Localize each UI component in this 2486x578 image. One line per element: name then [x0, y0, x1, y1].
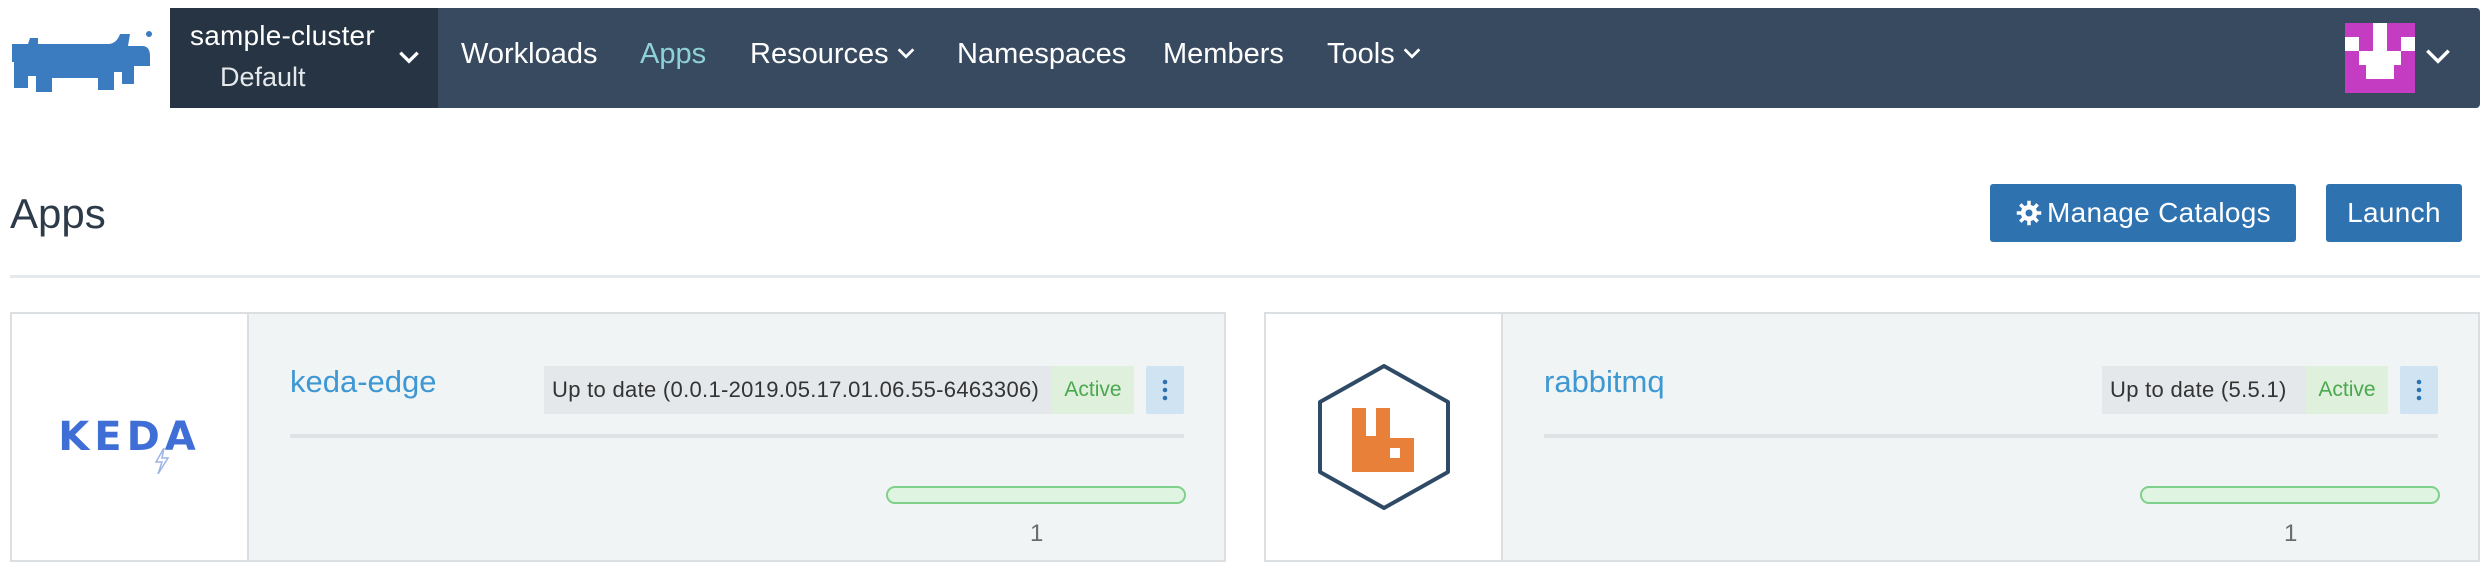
manage-catalogs-label: Manage Catalogs — [2047, 197, 2271, 228]
rancher-logo[interactable] — [0, 8, 170, 108]
app-actions-button[interactable] — [1146, 366, 1184, 414]
cluster-name: sample-cluster — [190, 20, 375, 51]
launch-label: Launch — [2347, 197, 2441, 228]
app-version-status: Up to date (0.0.1-2019.05.17.01.06.55-64… — [544, 366, 1052, 414]
lightning-icon — [154, 448, 170, 474]
page-divider — [10, 275, 2480, 278]
rabbitmq-icon — [1317, 364, 1450, 510]
keda-logo-text: KEDA — [58, 414, 201, 460]
nav-apps[interactable]: Apps — [640, 38, 706, 71]
chevron-down-icon — [1403, 48, 1421, 59]
app-state-badge: Active — [1052, 366, 1134, 414]
app-card-keda-edge: KEDA keda-edge Up to date (0.0.1-2019.05… — [10, 312, 1226, 562]
app-state-badge: Active — [2306, 366, 2388, 414]
manage-catalogs-button[interactable]: Manage Catalogs — [1990, 184, 2296, 242]
app-card-rabbitmq: rabbitmq Up to date (5.5.1) Active 1 — [1264, 312, 2480, 562]
navbar: sample-cluster Default Workloads Apps Re… — [170, 8, 2480, 108]
user-avatar[interactable] — [2345, 23, 2415, 93]
pod-progress-bar — [886, 486, 1186, 504]
top-navigation: sample-cluster Default Workloads Apps Re… — [0, 8, 2480, 108]
app-name-link[interactable]: keda-edge — [290, 364, 437, 400]
app-actions-button[interactable] — [2400, 366, 2438, 414]
pod-count: 1 — [1030, 520, 1044, 547]
kebab-menu-icon — [1162, 379, 1168, 401]
pod-count: 1 — [2284, 520, 2298, 547]
gear-icon — [2016, 200, 2042, 226]
project-name: Default — [220, 62, 306, 92]
card-divider — [1544, 434, 2438, 438]
kebab-menu-icon — [2416, 379, 2422, 401]
app-version-status: Up to date (5.5.1) — [2102, 366, 2306, 414]
user-menu-chevron-icon[interactable] — [2422, 40, 2454, 72]
rancher-cow-icon — [12, 31, 152, 92]
nav-namespaces[interactable]: Namespaces — [957, 38, 1126, 71]
nav-tools[interactable]: Tools — [1327, 38, 1423, 71]
pod-progress-bar — [2140, 486, 2440, 504]
app-logo-rabbitmq[interactable] — [1266, 314, 1503, 560]
launch-button[interactable]: Launch — [2326, 184, 2462, 242]
app-name-link[interactable]: rabbitmq — [1544, 364, 1665, 400]
app-logo-keda[interactable]: KEDA — [12, 314, 249, 560]
nav-members[interactable]: Members — [1163, 38, 1284, 71]
page-title: Apps — [10, 190, 106, 237]
nav-resources[interactable]: Resources — [750, 38, 917, 71]
chevron-down-icon — [399, 51, 419, 64]
nav-workloads[interactable]: Workloads — [461, 38, 597, 71]
chevron-down-icon — [897, 48, 914, 59]
cluster-switcher[interactable]: sample-cluster Default — [170, 8, 438, 108]
card-divider — [290, 434, 1184, 438]
